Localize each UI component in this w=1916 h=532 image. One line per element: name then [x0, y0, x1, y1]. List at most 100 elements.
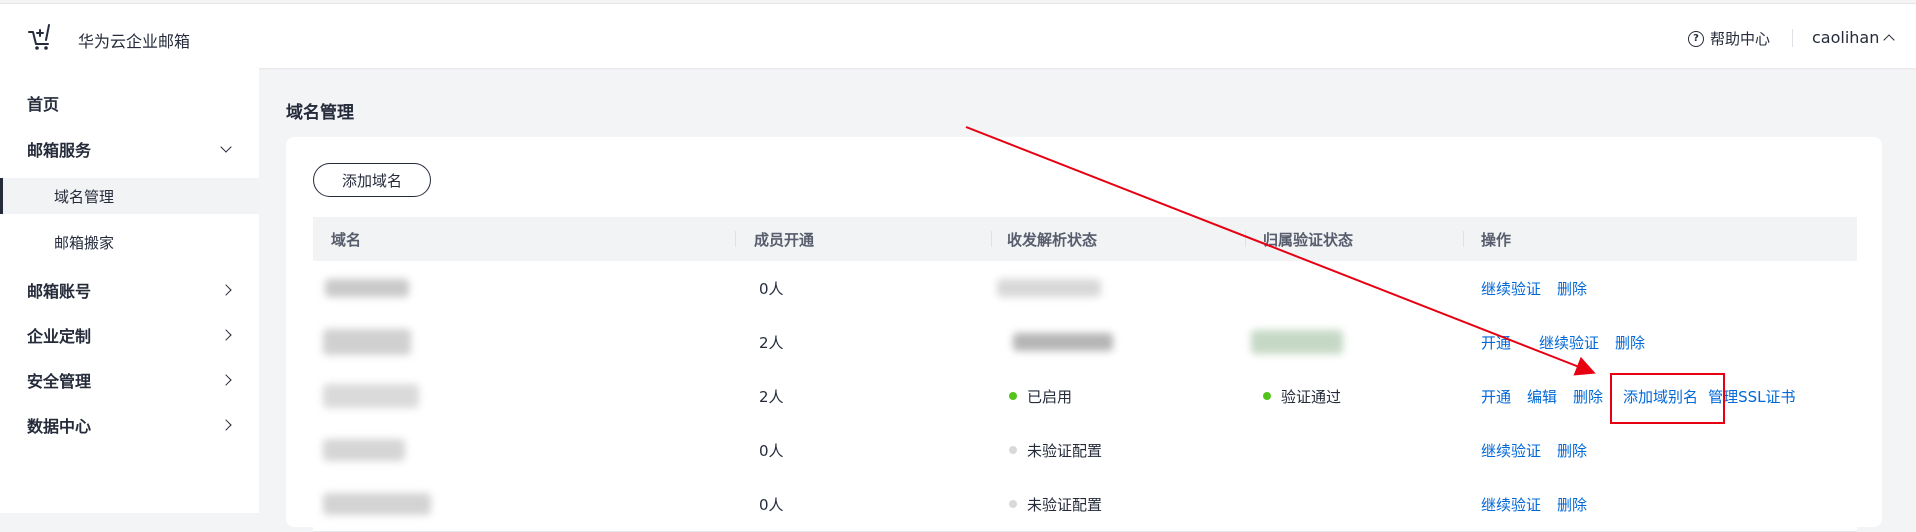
column-header-domain: 域名 [331, 230, 362, 249]
blurred-verify [1251, 330, 1343, 354]
members-cell: 0人 [759, 441, 784, 460]
table-row: 0人 未验证配置 继续验证 删除 [313, 477, 1857, 532]
chevron-down-icon [220, 141, 232, 153]
chevron-up-icon [1883, 33, 1896, 46]
header-divider [1792, 29, 1793, 47]
domain-cell-redacted [323, 369, 419, 423]
chevron-right-icon [220, 329, 232, 341]
sidebar-item-home[interactable]: 首页 [0, 81, 259, 125]
column-header-members: 成员开通 [754, 230, 815, 249]
continue-verify-link[interactable]: 继续验证 [1481, 278, 1541, 299]
sidebar-item-domain-management[interactable]: 域名管理 [0, 178, 259, 214]
parse-status-cell: 未验证配置 [1009, 477, 1102, 531]
column-divider [991, 231, 992, 247]
status-dot-grey-icon [1009, 446, 1017, 454]
members-cell: 0人 [759, 495, 784, 514]
manage-ssl-link[interactable]: 管理SSL证书 [1708, 386, 1795, 407]
members-cell: 2人 [759, 387, 784, 406]
add-domain-button[interactable]: 添加域名 [313, 163, 431, 197]
sidebar-item-label: 邮箱服务 [27, 141, 92, 160]
continue-verify-link[interactable]: 继续验证 [1481, 440, 1541, 461]
domain-cell-redacted [323, 423, 405, 477]
domain-cell-redacted [323, 477, 431, 531]
verify-status-redacted [1251, 315, 1343, 369]
blurred-domain [323, 329, 411, 355]
blurred-domain [325, 279, 409, 297]
sidebar: 首页 邮箱服务 域名管理 邮箱搬家 邮箱账号 企业定制 安全管理 数据中心 [0, 68, 259, 513]
column-header-actions: 操作 [1481, 230, 1512, 249]
delete-link[interactable]: 删除 [1557, 494, 1587, 515]
delete-link[interactable]: 删除 [1557, 278, 1587, 299]
sidebar-item-label: 安全管理 [27, 372, 92, 391]
parse-status-text: 未验证配置 [1027, 495, 1103, 514]
actions-cell: 继续验证 删除 [1481, 477, 1603, 531]
delete-link[interactable]: 删除 [1557, 440, 1587, 461]
sidebar-item-label: 邮箱搬家 [54, 233, 115, 252]
blurred-domain [323, 384, 419, 408]
parse-status-text: 已启用 [1027, 387, 1073, 406]
chevron-right-icon [220, 374, 232, 386]
table-header: 域名 成员开通 收发解析状态 归属验证状态 操作 [313, 217, 1857, 261]
blurred-domain [323, 439, 405, 461]
sidebar-item-label: 邮箱账号 [27, 282, 92, 301]
blurred-status [1013, 333, 1113, 351]
brand-name: 华为云企业邮箱 [78, 32, 191, 51]
sidebar-item-security[interactable]: 安全管理 [0, 358, 259, 402]
sidebar-item-label: 数据中心 [27, 417, 92, 436]
edit-link[interactable]: 编辑 [1527, 386, 1557, 407]
column-divider [1463, 231, 1464, 247]
table-row: 2人 已启用 验证通过 开通 编辑 删除 添加域别名 管理SSL证书 [313, 369, 1857, 424]
help-center-link[interactable]: ? 帮助中心 [1688, 28, 1770, 49]
actions-cell: 继续验证 删除 [1481, 423, 1603, 477]
blurred-domain [323, 493, 431, 515]
user-menu[interactable]: caolihan [1812, 28, 1896, 47]
column-header-verify-status: 归属验证状态 [1263, 230, 1354, 249]
question-icon: ? [1688, 30, 1704, 47]
sidebar-item-data-center[interactable]: 数据中心 [0, 403, 259, 447]
column-divider [735, 231, 736, 247]
domain-cell-redacted [323, 315, 411, 369]
column-header-parse-status: 收发解析状态 [1007, 230, 1098, 249]
page-title: 域名管理 [286, 103, 354, 123]
members-cell: 2人 [759, 333, 784, 352]
actions-cell: 继续验证 删除 [1481, 261, 1603, 315]
table-row: 0人 未验证配置 继续验证 删除 [313, 423, 1857, 478]
chevron-right-icon [220, 284, 232, 296]
activate-link[interactable]: 开通 [1481, 386, 1511, 407]
column-divider [1245, 231, 1246, 247]
sidebar-item-mail-service[interactable]: 邮箱服务 [0, 127, 259, 171]
sidebar-item-label: 域名管理 [54, 187, 115, 206]
delete-link[interactable]: 删除 [1615, 332, 1645, 353]
continue-verify-link[interactable]: 继续验证 [1539, 332, 1599, 353]
sidebar-item-label: 首页 [27, 95, 60, 114]
members-cell: 0人 [759, 279, 784, 298]
sidebar-item-label: 企业定制 [27, 327, 92, 346]
domain-cell-redacted [325, 261, 409, 315]
sidebar-item-enterprise-custom[interactable]: 企业定制 [0, 313, 259, 357]
verify-status-cell: 验证通过 [1263, 369, 1341, 423]
help-center-label: 帮助中心 [1710, 30, 1771, 48]
table-row: 2人 开通 继续验证 删除 [313, 315, 1857, 370]
blurred-status [997, 279, 1101, 297]
parse-status-redacted [1013, 315, 1113, 369]
parse-status-cell: 已启用 [1009, 369, 1072, 423]
top-header: 华为云企业邮箱 ? 帮助中心 caolihan [0, 3, 1916, 68]
username: caolihan [1812, 28, 1880, 47]
activate-link[interactable]: 开通 [1481, 332, 1511, 353]
parse-status-cell: 未验证配置 [1009, 423, 1102, 477]
sidebar-item-mail-migration[interactable]: 邮箱搬家 [0, 224, 259, 260]
continue-verify-link[interactable]: 继续验证 [1481, 494, 1541, 515]
actions-cell: 开通 编辑 删除 添加域别名 管理SSL证书 [1481, 369, 1795, 423]
cart-sparkle-icon[interactable] [24, 21, 58, 55]
verify-status-text: 验证通过 [1281, 387, 1342, 406]
sidebar-item-mail-accounts[interactable]: 邮箱账号 [0, 268, 259, 312]
chevron-right-icon [220, 419, 232, 431]
parse-status-text: 未验证配置 [1027, 441, 1103, 460]
status-dot-grey-icon [1009, 500, 1017, 508]
actions-cell: 开通 继续验证 删除 [1481, 315, 1661, 369]
delete-link[interactable]: 删除 [1573, 386, 1603, 407]
add-domain-alias-link[interactable]: 添加域别名 [1623, 386, 1698, 407]
parse-status-redacted [997, 261, 1101, 315]
table-row: 0人 继续验证 删除 [313, 261, 1857, 316]
status-dot-green-icon [1009, 392, 1017, 400]
